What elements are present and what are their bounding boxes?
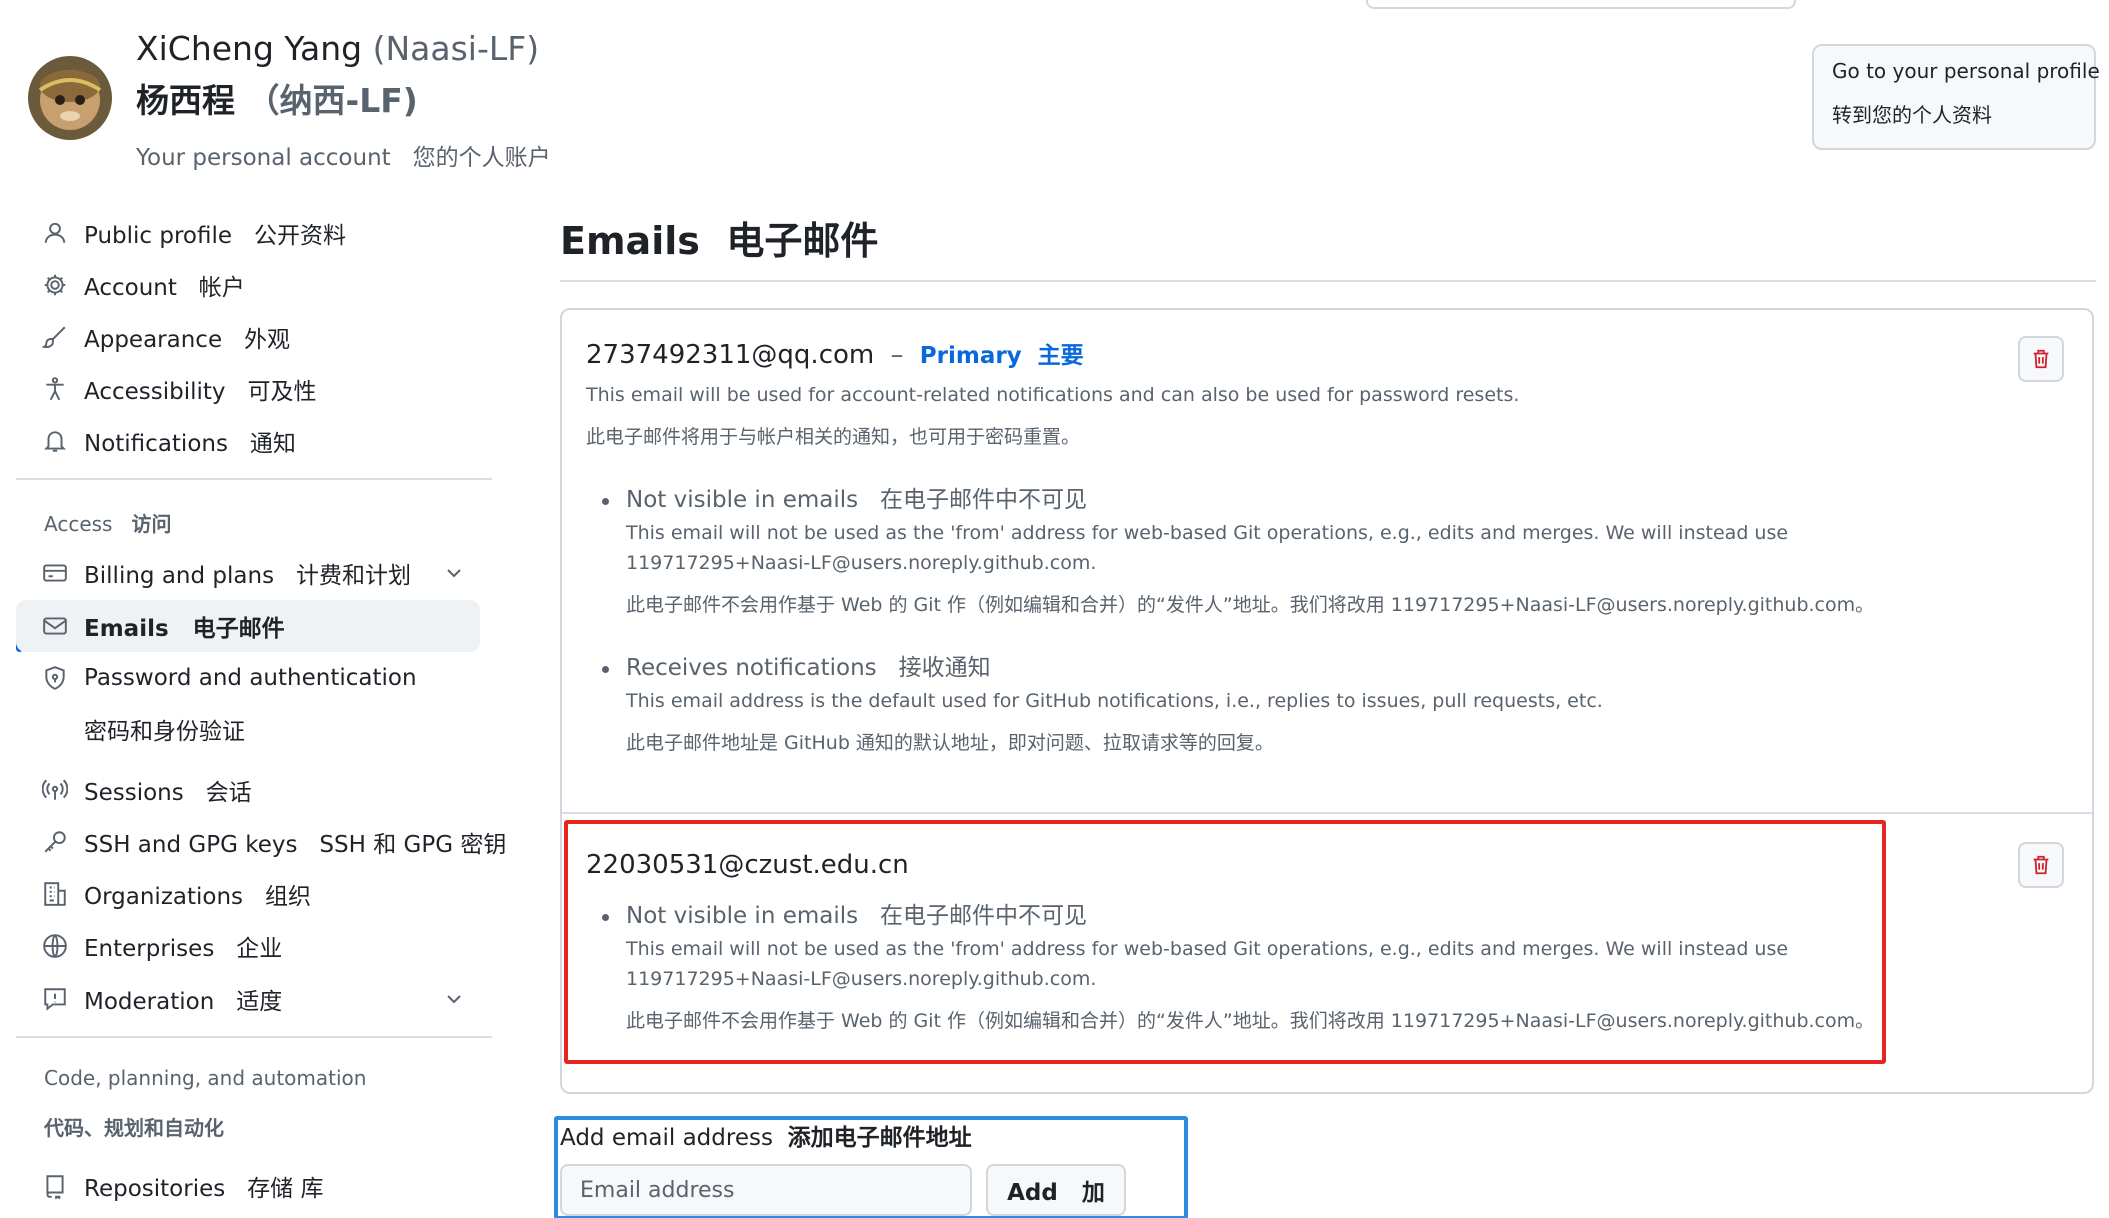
- sidebar-item-account[interactable]: Account 帐户: [16, 259, 480, 311]
- sidebar-item-notifications[interactable]: Notifications 通知: [16, 415, 480, 467]
- add-email-label-en: Add email address: [560, 1125, 773, 1151]
- sidebar-item-emails[interactable]: Emails 电子邮件: [16, 600, 480, 652]
- sidebar-item-moderation[interactable]: Moderation 适度: [16, 973, 480, 1025]
- bullet-receives-notifications: Receives notifications 接收通知: [626, 655, 991, 681]
- access-heading-en: Access: [44, 512, 113, 536]
- sidebar-item-public-profile[interactable]: Public profile 公开资料: [16, 207, 480, 259]
- access-heading: Access 访问: [44, 508, 172, 537]
- sidebar-item-label: Enterprises 企业: [84, 936, 283, 962]
- sidebar-item-label: Emails 电子邮件: [84, 616, 285, 642]
- trash-icon: [2033, 349, 2049, 369]
- delete-email-button[interactable]: [2018, 842, 2064, 888]
- avatar[interactable]: [28, 56, 112, 140]
- bullet-description: This email will not be used as the 'from…: [626, 522, 1789, 574]
- sidebar-item-label: Accessibility 可及性: [84, 379, 317, 405]
- sidebar-item-label: SSH and GPG keys SSH 和 GPG 密钥: [84, 832, 507, 858]
- shield-lock-icon: [42, 665, 68, 691]
- annotation-highlight-red: [564, 820, 1886, 1064]
- sidebar-item-label: Account 帐户: [84, 275, 245, 301]
- broadcast-icon: [42, 777, 68, 803]
- sidebar-item-accessibility[interactable]: Accessibility 可及性: [16, 363, 480, 415]
- user-display-name: XiCheng Yang: [136, 29, 363, 68]
- delete-email-button[interactable]: [2018, 336, 2064, 382]
- accessibility-icon: [42, 376, 68, 402]
- sidebar-item-label: Public profile 公开资料: [84, 223, 346, 249]
- user-login-cn: （纳西-LF): [246, 81, 418, 120]
- credit-card-icon: [42, 560, 68, 586]
- chevron-down-icon[interactable]: [442, 561, 466, 585]
- sidebar-item-label: Notifications 通知: [84, 431, 296, 457]
- sidebar-item-sublabel: 密码和身份验证: [84, 719, 245, 745]
- profile-button-label: Go to your personal profile: [1832, 59, 2100, 83]
- person-icon: [42, 220, 68, 246]
- bullet-description: This email address is the default used f…: [626, 690, 1603, 712]
- sidebar-item-enterprises[interactable]: Enterprises 企业: [16, 920, 480, 972]
- email-address: 2737492311@qq.com: [586, 340, 875, 370]
- user-name: XiCheng Yang (Naasi-LF): [136, 28, 539, 70]
- paintbrush-icon: [42, 324, 68, 350]
- sidebar-item-billing[interactable]: Billing and plans 计费和计划: [16, 547, 480, 599]
- sidebar-item-label: Billing and plans 计费和计划: [84, 563, 411, 589]
- sidebar-item-ssh-gpg[interactable]: SSH and GPG keys SSH 和 GPG 密钥: [16, 816, 506, 868]
- email-description-cn: 此电子邮件将用于与帐户相关的通知，也可用于密码重置。: [586, 426, 1081, 448]
- sidebar-divider: [16, 478, 492, 480]
- add-email-label-cn: 添加电子邮件地址: [787, 1125, 972, 1151]
- sidebar-item-repositories[interactable]: Repositories 存储 库: [16, 1160, 480, 1212]
- personal-profile-button[interactable]: Go to your personal profile 转到您的个人资料: [1812, 44, 2100, 150]
- sidebar-item-label: Password and authentication: [84, 665, 417, 691]
- trash-icon: [2033, 855, 2049, 875]
- bell-icon: [42, 428, 68, 454]
- globe-icon: [42, 933, 68, 959]
- sidebar-item-sessions[interactable]: Sessions 会话: [16, 764, 480, 816]
- email-description: This email will be used for account-rela…: [586, 384, 1520, 406]
- code-heading: Code, planning, and automation: [44, 1066, 367, 1090]
- bullet-icon: [602, 666, 609, 673]
- mail-icon: [42, 613, 68, 639]
- user-display-name-cn: 杨西程: [136, 81, 235, 120]
- add-email-label: Add email address 添加电子邮件地址: [560, 1122, 972, 1154]
- sidebar-item-label: Repositories 存储 库: [84, 1176, 324, 1202]
- account-subtitle: Your personal account 您的个人账户: [136, 145, 551, 171]
- chevron-down-icon[interactable]: [442, 987, 466, 1011]
- user-name-cn: 杨西程 （纳西-LF): [136, 80, 418, 122]
- gear-icon: [42, 272, 68, 298]
- bullet-icon: [602, 498, 609, 505]
- report-icon: [42, 986, 68, 1012]
- sidebar-item-label: Moderation 适度: [84, 989, 283, 1015]
- separator-dash: –: [890, 340, 904, 370]
- repo-icon: [42, 1173, 68, 1199]
- profile-button-label-cn: 转到您的个人资料: [1832, 103, 1992, 127]
- email-row-primary: 2737492311@qq.com – Primary 主要: [586, 338, 1084, 373]
- sidebar-divider: [16, 1036, 492, 1038]
- sidebar-item-organizations[interactable]: Organizations 组织: [16, 868, 480, 920]
- bullet-description-cn: 此电子邮件不会用作基于 Web 的 Git 作（例如编辑和合并）的“发件人”地址…: [626, 594, 1875, 616]
- title-divider: [560, 280, 2096, 282]
- sidebar-item-label: Organizations 组织: [84, 884, 311, 910]
- access-heading-cn: 访问: [131, 512, 172, 536]
- primary-badge: Primary 主要: [919, 343, 1084, 369]
- add-email-button[interactable]: Add 加: [986, 1164, 1126, 1216]
- organization-icon: [42, 881, 68, 907]
- bullet-description-cn: 此电子邮件地址是 GitHub 通知的默认地址，即对问题、拉取请求等的回复。: [626, 732, 1274, 754]
- email-address-input[interactable]: [560, 1164, 972, 1216]
- email-row-divider: [562, 812, 2092, 814]
- sidebar-item-appearance[interactable]: Appearance 外观: [16, 311, 480, 363]
- key-icon: [42, 829, 68, 855]
- sidebar-item-label: Appearance 外观: [84, 327, 291, 353]
- user-login: (Naasi-LF): [372, 29, 540, 68]
- page-title: Emails 电子邮件: [560, 219, 879, 263]
- sidebar-item-label: Sessions 会话: [84, 780, 252, 806]
- top-search-edge: [1366, 0, 1796, 9]
- bullet-not-visible: Not visible in emails 在电子邮件中不可见: [626, 487, 1088, 513]
- sidebar-item-password[interactable]: Password and authentication: [16, 652, 480, 704]
- code-heading-cn: 代码、规划和自动化: [44, 1116, 224, 1140]
